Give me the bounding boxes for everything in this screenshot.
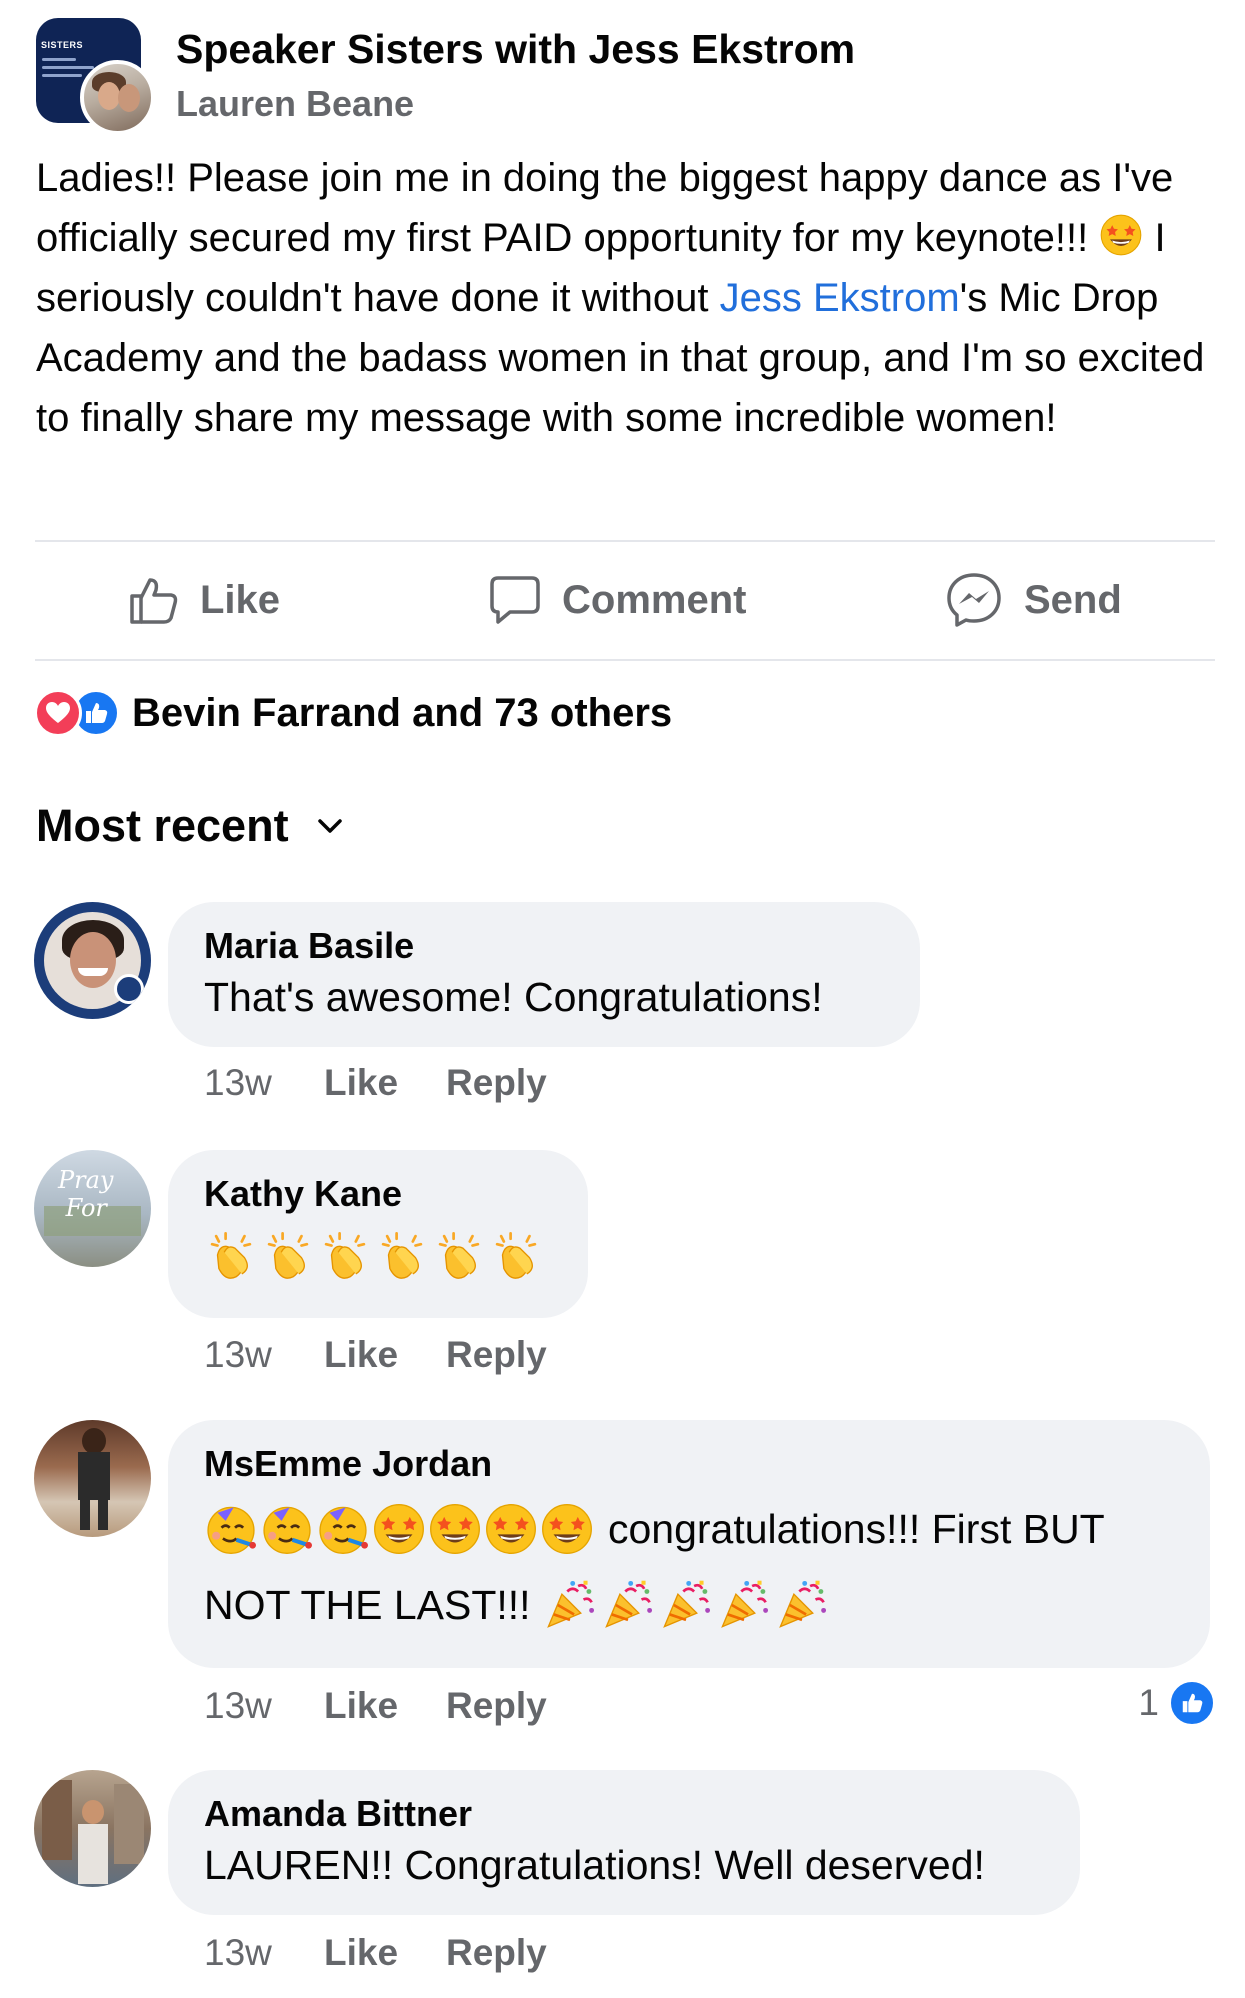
comment-like-button[interactable]: Like xyxy=(324,1062,446,1104)
party-popper-icon xyxy=(775,1578,829,1632)
comment-bubble: Kathy Kane xyxy=(168,1150,588,1318)
post-text: Ladies!! Please join me in doing the big… xyxy=(36,148,1216,448)
clapping-hands-icon xyxy=(318,1228,372,1282)
star-struck-icon xyxy=(484,1502,538,1556)
comment-text-line: NOT THE LAST!!! xyxy=(204,1576,1174,1634)
comment-meta: 13w Like Reply xyxy=(204,1062,547,1104)
party-popper-icon xyxy=(543,1578,597,1632)
like-button[interactable]: Like xyxy=(128,560,280,640)
comment-author[interactable]: Kathy Kane xyxy=(204,1172,552,1216)
comment-meta: 13w Like Reply xyxy=(204,1334,547,1376)
mention-link[interactable]: Jess Ekstrom xyxy=(720,276,960,320)
group-avatar-line xyxy=(42,58,76,61)
thumbs-up-icon xyxy=(130,578,178,624)
comment-reply-button[interactable]: Reply xyxy=(446,1334,547,1376)
send-button-label: Send xyxy=(1024,577,1122,622)
partying-face-icon xyxy=(204,1502,258,1556)
thumbs-up-icon xyxy=(1169,1680,1215,1726)
comment-author[interactable]: MsEmme Jordan xyxy=(204,1442,1174,1486)
comment-text: That's awesome! Congratulations! xyxy=(204,974,823,1020)
like-button-label: Like xyxy=(200,577,281,622)
comment-text: NOT THE LAST!!! xyxy=(204,1582,531,1628)
comment-bubble: Maria Basile That's awesome! Congratulat… xyxy=(168,902,920,1047)
comment-bubble: MsEmme Jordan congratulations!!! First B… xyxy=(168,1420,1210,1668)
send-button[interactable]: Send xyxy=(944,560,1122,640)
comment-timestamp[interactable]: 13w xyxy=(204,1062,324,1104)
comment-timestamp[interactable]: 13w xyxy=(204,1932,324,1974)
star-struck-icon xyxy=(540,1502,594,1556)
party-popper-icon xyxy=(601,1578,655,1632)
messenger-icon xyxy=(947,573,1001,627)
comment-author[interactable]: Maria Basile xyxy=(204,924,884,968)
comment-like-button[interactable]: Like xyxy=(324,1334,446,1376)
partying-face-icon xyxy=(316,1502,370,1556)
comment-timestamp[interactable]: 13w xyxy=(204,1334,324,1376)
emoji-row xyxy=(204,1228,552,1282)
like-count-value: 1 xyxy=(1138,1682,1159,1723)
chevron-down-icon xyxy=(317,819,342,833)
clapping-hands-icon xyxy=(204,1228,258,1282)
group-avatar-line xyxy=(42,66,94,69)
emoji-row xyxy=(204,1502,594,1556)
comment-author[interactable]: Amanda Bittner xyxy=(204,1792,1044,1836)
group-avatar-line xyxy=(42,74,82,77)
comment-like-count[interactable]: 1 xyxy=(1138,1680,1215,1726)
comment-text-line: congratulations!!! First BUT xyxy=(204,1500,1174,1558)
emoji-row xyxy=(543,1578,829,1632)
comment-avatar[interactable] xyxy=(34,1770,151,1887)
clapping-hands-icon xyxy=(489,1228,543,1282)
comment-button-label: Comment xyxy=(562,577,747,622)
post-header: SISTERS Speaker Sisters with Jess Ekstro… xyxy=(36,18,1216,135)
sort-dropdown[interactable]: Most recent xyxy=(36,800,343,852)
clapping-hands-icon xyxy=(375,1228,429,1282)
comment-avatar[interactable]: Pray For xyxy=(34,1150,151,1267)
divider xyxy=(35,659,1215,661)
author-name[interactable]: Lauren Beane xyxy=(176,83,414,125)
comment-text: LAUREN!! Congratulations! Well deserved! xyxy=(204,1842,985,1888)
heart-icon xyxy=(34,689,82,737)
comment-meta: 13w Like Reply xyxy=(204,1932,547,1974)
comment-timestamp[interactable]: 13w xyxy=(204,1685,324,1727)
group-name[interactable]: Speaker Sisters with Jess Ekstrom xyxy=(176,26,855,73)
star-struck-icon xyxy=(372,1502,426,1556)
clapping-hands-icon xyxy=(432,1228,486,1282)
star-struck-emoji-icon xyxy=(1099,213,1143,257)
speech-bubble-icon xyxy=(490,576,540,624)
comment-text: congratulations!!! First BUT xyxy=(608,1506,1105,1552)
post-text-part: Ladies!! Please join me in doing the big… xyxy=(36,156,1174,260)
comment-meta: 13w Like Reply xyxy=(204,1685,547,1727)
reactions-summary[interactable]: Bevin Farrand and 73 others xyxy=(34,688,672,738)
partying-face-icon xyxy=(260,1502,314,1556)
party-popper-icon xyxy=(717,1578,771,1632)
comment-like-button[interactable]: Like xyxy=(324,1685,446,1727)
group-avatar-text: SISTERS xyxy=(41,40,84,50)
party-popper-icon xyxy=(659,1578,713,1632)
comment-like-button[interactable]: Like xyxy=(324,1932,446,1974)
comment-button[interactable]: Comment xyxy=(488,560,746,640)
comment-avatar[interactable] xyxy=(34,902,151,1019)
comment-reply-button[interactable]: Reply xyxy=(446,1932,547,1974)
clapping-hands-icon xyxy=(261,1228,315,1282)
comment-avatar[interactable] xyxy=(34,1420,151,1537)
comment-reply-button[interactable]: Reply xyxy=(446,1685,547,1727)
sort-label: Most recent xyxy=(36,800,289,851)
author-avatar[interactable] xyxy=(80,60,155,135)
comment-bubble: Amanda Bittner LAUREN!! Congratulations!… xyxy=(168,1770,1080,1915)
comment-reply-button[interactable]: Reply xyxy=(446,1062,547,1104)
star-struck-icon xyxy=(428,1502,482,1556)
reactions-text: Bevin Farrand and 73 others xyxy=(132,690,673,735)
divider xyxy=(35,540,1215,542)
